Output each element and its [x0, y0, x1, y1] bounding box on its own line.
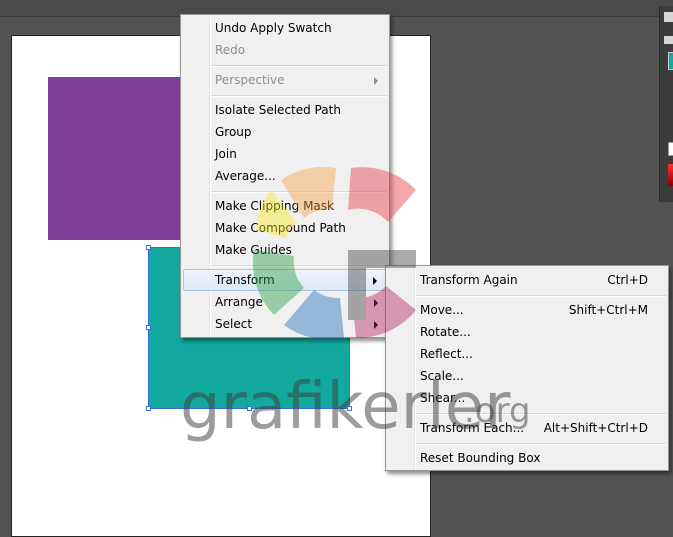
selection-handle-bottom-right[interactable] — [347, 406, 352, 411]
menu-item-label: Select — [215, 317, 253, 331]
right-panel-strip — [659, 6, 673, 202]
menu-item-reset-bounding-box[interactable]: Reset Bounding Box — [388, 447, 666, 469]
menu-item-label: Reflect... — [420, 347, 473, 361]
menu-item-rotate[interactable]: Rotate... — [388, 321, 666, 343]
selection-handle-bottom-left[interactable] — [146, 406, 151, 411]
selection-handle-bottom-center[interactable] — [247, 406, 252, 411]
menu-item-shortcut: Alt+Shift+Ctrl+D — [543, 421, 648, 435]
menu-item-transform-each[interactable]: Transform Each... Alt+Shift+Ctrl+D — [388, 417, 666, 439]
submenu-arrow-icon — [374, 299, 378, 307]
menu-item-label: Transform Again — [420, 273, 518, 287]
menu-separator — [416, 413, 666, 415]
context-menu: Undo Apply Swatch Redo Perspective Isola… — [180, 14, 390, 338]
menu-item-select[interactable]: Select — [183, 313, 387, 335]
menu-item-label: Group — [215, 125, 252, 139]
menu-item-label: Average... — [215, 169, 276, 183]
menu-item-label: Make Clipping Mask — [215, 199, 334, 213]
menu-item-transform-again[interactable]: Transform Again Ctrl+D — [388, 269, 666, 291]
selection-handle-middle-left[interactable] — [146, 325, 151, 330]
panel-collapse-button[interactable] — [664, 12, 673, 22]
menu-item-label: Perspective — [215, 73, 285, 87]
menu-item-shortcut: Ctrl+D — [607, 273, 648, 287]
menu-item-average[interactable]: Average... — [183, 165, 387, 187]
menu-separator — [416, 443, 666, 445]
menu-item-make-guides[interactable]: Make Guides — [183, 239, 387, 261]
menu-item-group[interactable]: Group — [183, 121, 387, 143]
selection-handle-top-left[interactable] — [146, 245, 151, 250]
menu-separator — [211, 65, 387, 67]
menu-item-transform[interactable]: Transform — [183, 269, 387, 291]
menu-item-label: Isolate Selected Path — [215, 103, 341, 117]
menu-item-undo-apply-swatch[interactable]: Undo Apply Swatch — [183, 17, 387, 39]
menu-item-label: Shear... — [420, 391, 466, 405]
submenu-arrow-icon — [374, 321, 378, 329]
menu-item-label: Rotate... — [420, 325, 471, 339]
menu-separator — [211, 265, 387, 267]
menu-item-label: Redo — [215, 43, 246, 57]
none-swatch-icon[interactable] — [668, 142, 673, 156]
menu-separator — [416, 295, 666, 297]
transform-submenu: Transform Again Ctrl+D Move... Shift+Ctrl+… — [385, 265, 669, 471]
menu-item-move[interactable]: Move... Shift+Ctrl+M — [388, 299, 666, 321]
menu-item-reflect[interactable]: Reflect... — [388, 343, 666, 365]
menu-item-label: Transform — [215, 273, 275, 287]
menu-item-label: Make Compound Path — [215, 221, 346, 235]
menu-item-perspective[interactable]: Perspective — [183, 69, 387, 91]
submenu-arrow-icon — [373, 277, 377, 285]
menu-item-scale[interactable]: Scale... — [388, 365, 666, 387]
menu-item-label: Transform Each... — [420, 421, 525, 435]
menu-item-label: Arrange — [215, 295, 263, 309]
menu-item-label: Scale... — [420, 369, 464, 383]
menu-item-redo[interactable]: Redo — [183, 39, 387, 61]
menu-item-label: Undo Apply Swatch — [215, 21, 332, 35]
menu-item-make-clipping-mask[interactable]: Make Clipping Mask — [183, 195, 387, 217]
menu-item-label: Join — [215, 147, 237, 161]
menu-item-join[interactable]: Join — [183, 143, 387, 165]
menu-item-arrange[interactable]: Arrange — [183, 291, 387, 313]
menu-separator — [211, 191, 387, 193]
gradient-swatch[interactable] — [668, 164, 673, 186]
menu-item-label: Make Guides — [215, 243, 292, 257]
menu-item-label: Reset Bounding Box — [420, 451, 541, 465]
menu-item-shortcut: Shift+Ctrl+M — [568, 303, 648, 317]
menu-separator — [211, 95, 387, 97]
menu-item-shear[interactable]: Shear... — [388, 387, 666, 409]
fill-swatch[interactable] — [668, 52, 673, 70]
menu-item-label: Move... — [420, 303, 464, 317]
menu-item-isolate-selected-path[interactable]: Isolate Selected Path — [183, 99, 387, 121]
submenu-arrow-icon — [374, 77, 378, 85]
menu-item-make-compound-path[interactable]: Make Compound Path — [183, 217, 387, 239]
panel-menu-button[interactable] — [664, 36, 673, 44]
